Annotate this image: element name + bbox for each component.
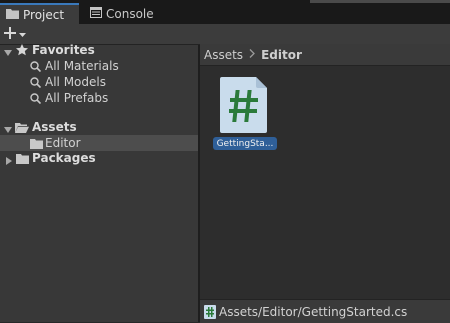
chevron-right-icon[interactable] (5, 154, 13, 165)
console-icon (90, 6, 102, 21)
tree-item-assets[interactable]: Assets (0, 119, 198, 135)
tree-item-label: All Models (45, 75, 106, 89)
tree-item-all-prefabs[interactable]: All Prefabs (0, 90, 198, 106)
tree-item-label: Favorites (32, 43, 95, 57)
breadcrumb: Assets Editor (200, 44, 450, 66)
csharp-script-icon (204, 304, 216, 319)
tree-item-label: Packages (32, 151, 96, 165)
asset-item-name[interactable]: GettingSta... (213, 137, 277, 150)
tree-item-editor[interactable]: Editor (0, 135, 198, 151)
status-bar: Assets/Editor/GettingStarted.cs (200, 299, 450, 323)
tree-item-label: All Materials (45, 59, 119, 73)
add-button[interactable] (4, 26, 30, 42)
tab-project-label: Project (23, 7, 65, 22)
tab-console-label: Console (106, 6, 154, 21)
search-icon (30, 93, 42, 107)
search-icon (30, 61, 42, 75)
tab-project[interactable]: Project (0, 3, 79, 24)
star-icon (16, 44, 28, 59)
tree-item-label: All Prefabs (45, 91, 109, 105)
breadcrumb-assets[interactable]: Assets (204, 48, 243, 62)
csharp-script-icon (220, 77, 269, 136)
tree-item-label: Editor (45, 136, 81, 150)
chevron-right-icon (249, 48, 255, 61)
search-icon (30, 77, 42, 91)
tree-item-favorites[interactable]: Favorites (0, 42, 198, 58)
tab-console[interactable]: Console (84, 3, 164, 24)
chevron-down-icon (19, 27, 26, 41)
tree-item-packages[interactable]: Packages (0, 150, 198, 166)
chevron-down-icon[interactable] (4, 46, 12, 56)
tree-item-label: Assets (32, 120, 77, 134)
tree-item-all-materials[interactable]: All Materials (0, 58, 198, 74)
folder-tree-panel: Favorites All Materials All Models All P… (0, 42, 198, 322)
breadcrumb-editor[interactable]: Editor (261, 48, 302, 62)
tree-item-all-models[interactable]: All Models (0, 74, 198, 90)
folder-icon (6, 8, 19, 22)
folder-icon (16, 153, 29, 167)
plus-icon (4, 26, 16, 42)
status-path: Assets/Editor/GettingStarted.cs (219, 304, 408, 319)
chevron-down-icon[interactable] (4, 123, 12, 133)
asset-item[interactable] (220, 77, 269, 133)
folder-open-icon (15, 122, 29, 136)
tab-bar-line (310, 0, 450, 3)
